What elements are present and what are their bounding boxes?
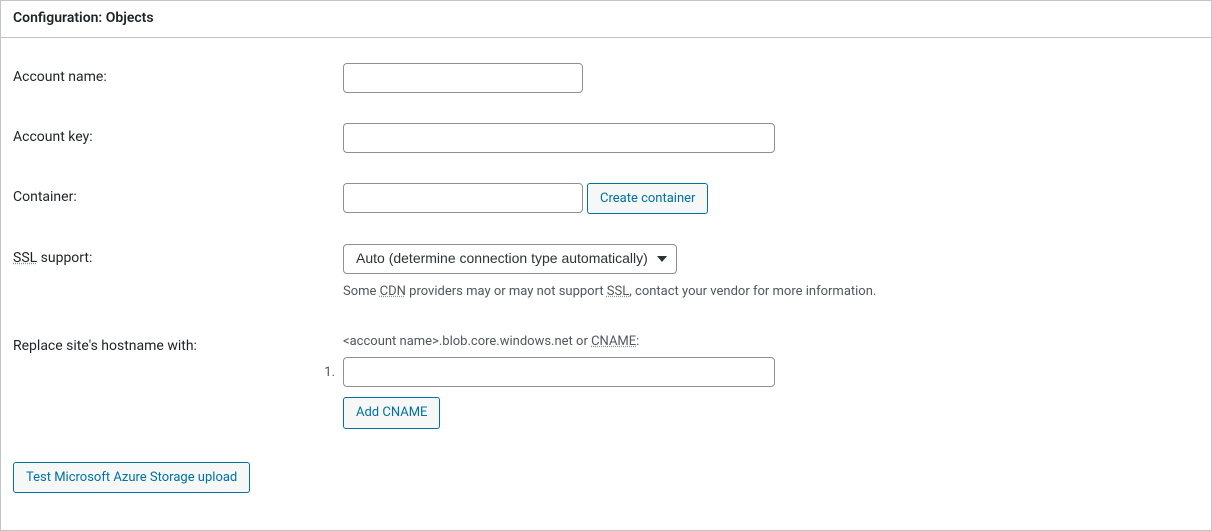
row-account-name: Account name:	[13, 48, 1199, 108]
add-cname-button[interactable]: Add CNAME	[343, 397, 440, 429]
ssl-support-desc: Some CDN providers may or may not suppor…	[343, 282, 1189, 302]
footer-actions: Test Microsoft Azure Storage upload	[13, 452, 1199, 494]
ssl-desc-post: , contact your vendor for more informati…	[629, 284, 876, 299]
hostname-hint-post: :	[636, 334, 639, 349]
ssl-support-select[interactable]: Auto (determine connection type automati…	[343, 244, 677, 274]
ssl-desc-mid: providers may or may not support	[406, 284, 607, 299]
hostname-hint: <account name>.blob.core.windows.net or …	[343, 332, 1189, 352]
ssl-abbr: SSL	[13, 250, 37, 266]
account-name-label: Account name:	[13, 48, 333, 108]
replace-hostname-label: Replace site's hostname with:	[13, 317, 333, 444]
account-name-input[interactable]	[343, 63, 583, 93]
test-azure-upload-button[interactable]: Test Microsoft Azure Storage upload	[13, 462, 250, 494]
cname-abbr: CNAME	[591, 334, 636, 349]
account-key-label: Account key:	[13, 108, 333, 168]
config-objects-panel: Configuration: Objects Account name: Acc…	[0, 0, 1212, 531]
account-key-input[interactable]	[343, 123, 775, 153]
cname-input-1[interactable]	[343, 357, 775, 387]
cname-row-1: 1.	[343, 357, 1189, 387]
row-ssl-support: SSL support: Auto (determine connection …	[13, 229, 1199, 317]
container-input[interactable]	[343, 183, 583, 213]
ssl-desc-pre: Some	[343, 284, 380, 299]
ssl-support-label: SSL support:	[13, 229, 333, 317]
ssl-label-suffix: support:	[37, 250, 92, 266]
cname-index-1: 1.	[317, 365, 335, 380]
panel-body: Account name: Account key: Container: Cr…	[1, 38, 1211, 514]
row-account-key: Account key:	[13, 108, 1199, 168]
form-table: Account name: Account key: Container: Cr…	[13, 48, 1199, 444]
create-container-button[interactable]: Create container	[587, 183, 708, 215]
ssl-select-wrap: Auto (determine connection type automati…	[343, 244, 677, 274]
panel-title: Configuration: Objects	[1, 1, 1211, 38]
container-label: Container:	[13, 168, 333, 230]
row-container: Container: Create container	[13, 168, 1199, 230]
row-replace-hostname: Replace site's hostname with: <account n…	[13, 317, 1199, 444]
cdn-abbr: CDN	[380, 284, 406, 299]
ssl-abbr-2: SSL	[607, 284, 629, 299]
hostname-hint-pre: <account name>.blob.core.windows.net or	[343, 334, 591, 349]
